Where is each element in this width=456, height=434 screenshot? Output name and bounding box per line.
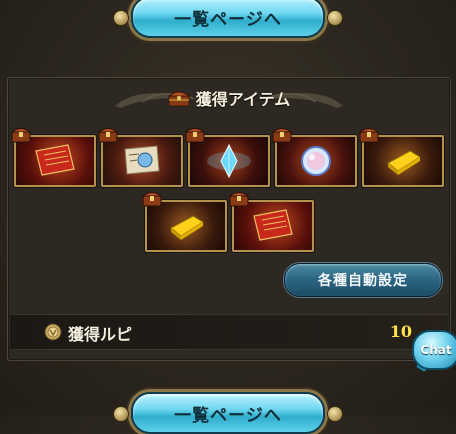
button-cap-left (113, 10, 129, 26)
item-chest-badge-icon (185, 128, 205, 143)
gold-bar-icon (170, 215, 204, 240)
chat-label: Chat (420, 343, 452, 357)
item-red-scroll[interactable] (232, 200, 314, 252)
top-list-page-label: 一覧ページへ (174, 9, 282, 30)
chat-bubble-icon: Chat (412, 330, 456, 370)
rupie-row: 獲得ルピ 10 (10, 314, 448, 350)
top-list-page-button[interactable]: 一覧ページへ (113, 0, 343, 38)
coin-icon (44, 323, 62, 341)
blue-crystal-icon (207, 143, 251, 179)
item-chest-badge-icon (359, 128, 379, 143)
button-cap-right (327, 406, 343, 422)
treasure-chest-icon (167, 91, 190, 107)
red-scroll-icon (253, 209, 293, 241)
panel-header: 獲得アイテム (8, 84, 450, 112)
bottom-list-page-label: 一覧ページへ (174, 405, 282, 426)
acquired-items-panel: 獲得アイテム 各種自動設定 獲得ルピ 10 (7, 77, 451, 361)
red-scroll-icon (35, 144, 75, 176)
chat-button[interactable]: Chat (412, 330, 456, 372)
item-chest-badge-icon (272, 128, 292, 143)
button-cap-left (113, 406, 129, 422)
button-cap-right (327, 10, 343, 26)
item-chest-badge-icon (229, 192, 249, 207)
bottom-list-page-button[interactable]: 一覧ページへ (113, 392, 343, 434)
rupie-label: 獲得ルピ (68, 325, 133, 344)
item-chest-badge-icon (11, 128, 31, 143)
panel-title-wrap: 獲得アイテム (167, 86, 291, 110)
panel-title: 獲得アイテム (195, 90, 291, 109)
auto-settings-button[interactable]: 各種自動設定 (284, 263, 442, 297)
gold-bar-icon (387, 150, 421, 175)
item-gold-bar[interactable] (145, 200, 227, 252)
blue-scroll-icon (124, 145, 160, 175)
auto-settings-label: 各種自動設定 (318, 273, 408, 289)
rupie-value: 10 (389, 322, 412, 341)
item-chest-badge-icon (98, 128, 118, 143)
crystal-orb-icon (301, 146, 331, 176)
item-chest-badge-icon (142, 192, 162, 207)
